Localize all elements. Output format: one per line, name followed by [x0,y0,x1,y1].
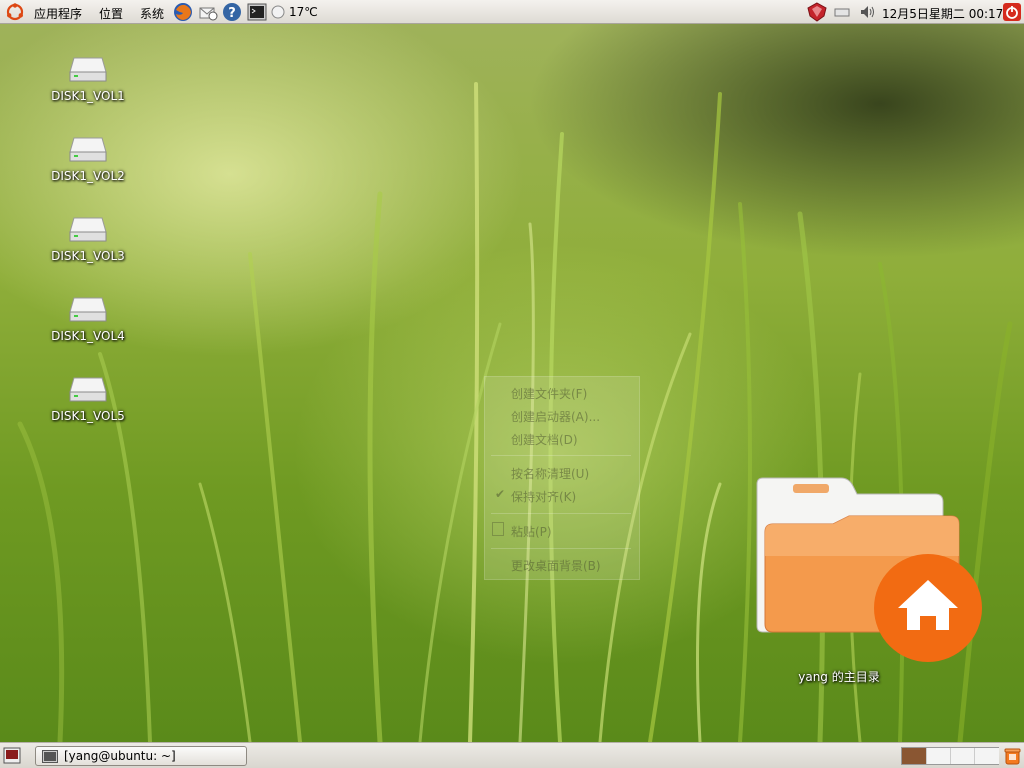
hard-drive-icon [69,137,107,162]
clock[interactable]: 12月5日星期二 00:17 [882,5,1003,22]
paste-icon [492,522,504,536]
menu-separator [491,513,631,514]
menu-separator [491,455,631,456]
hard-drive-icon [69,297,107,322]
weather-icon[interactable] [271,5,285,19]
menu-applications[interactable]: 应用程序 [34,5,82,22]
desktop-drive-vol3[interactable]: DISK1_VOL3 [38,214,138,263]
hard-drive-icon [69,377,107,402]
workspace-2[interactable] [926,748,951,764]
menu-places[interactable]: 位置 [99,5,123,22]
desktop-home-folder[interactable]: yang 的主目录 [753,476,985,685]
menu-item-create-launcher[interactable]: 创建启动器(A)... [511,408,600,425]
home-folder-icon [756,477,982,662]
menu-item-clean-up-by-name[interactable]: 按名称清理(U) [511,465,589,482]
check-icon: ✔ [495,487,506,501]
drive-label: DISK1_VOL3 [51,249,125,263]
terminal-icon [42,750,58,763]
hard-drive-icon [69,57,107,82]
trash-icon[interactable] [1004,747,1021,765]
drive-icon[interactable] [834,7,850,17]
taskbar-window-button[interactable]: [yang@ubuntu: ~] [35,746,247,766]
ubuntu-logo-icon[interactable] [6,3,24,21]
mail-icon[interactable] [198,2,218,22]
desktop-drive-vol2[interactable]: DISK1_VOL2 [38,134,138,183]
menu-item-create-document[interactable]: 创建文档(D) [511,431,578,448]
menu-item-keep-aligned[interactable]: 保持对齐(K) [511,488,576,505]
drive-label: DISK1_VOL4 [51,329,125,343]
workspace-switcher[interactable] [901,747,999,765]
volume-icon[interactable] [860,5,876,19]
drive-label: DISK1_VOL1 [51,89,125,103]
terminal-icon[interactable] [247,2,267,22]
network-icon[interactable] [806,2,828,22]
desktop-drive-vol5[interactable]: DISK1_VOL5 [38,374,138,423]
desktop-drive-vol1[interactable]: DISK1_VOL1 [38,54,138,103]
weather-temperature[interactable]: 17℃ [289,5,318,19]
top-panel: 应用程序 位置 系统 ? 17℃ 12月5日星期二 00:17 [0,0,1024,24]
home-folder-label: yang 的主目录 [798,670,880,684]
power-icon[interactable] [1002,2,1022,22]
workspace-3[interactable] [950,748,975,764]
desktop-context-menu: 创建文件夹(F) 创建启动器(A)... 创建文档(D) 按名称清理(U) ✔ … [484,376,640,580]
hard-drive-icon [69,217,107,242]
drive-label: DISK1_VOL2 [51,169,125,183]
menu-separator [491,548,631,549]
menu-item-create-folder[interactable]: 创建文件夹(F) [511,385,587,402]
svg-text:?: ? [228,6,236,21]
menu-item-paste[interactable]: 粘贴(P) [511,523,552,540]
help-icon[interactable]: ? [222,2,242,22]
workspace-4[interactable] [974,748,999,764]
menu-item-change-background[interactable]: 更改桌面背景(B) [511,557,601,574]
drive-label: DISK1_VOL5 [51,409,125,423]
firefox-icon[interactable] [173,2,193,22]
menu-system[interactable]: 系统 [140,5,164,22]
bottom-panel: [yang@ubuntu: ~] [0,742,1024,768]
workspace-1[interactable] [902,748,926,764]
show-desktop-icon[interactable] [3,747,21,764]
taskbar-window-title: [yang@ubuntu: ~] [64,749,176,763]
desktop-drive-vol4[interactable]: DISK1_VOL4 [38,294,138,343]
